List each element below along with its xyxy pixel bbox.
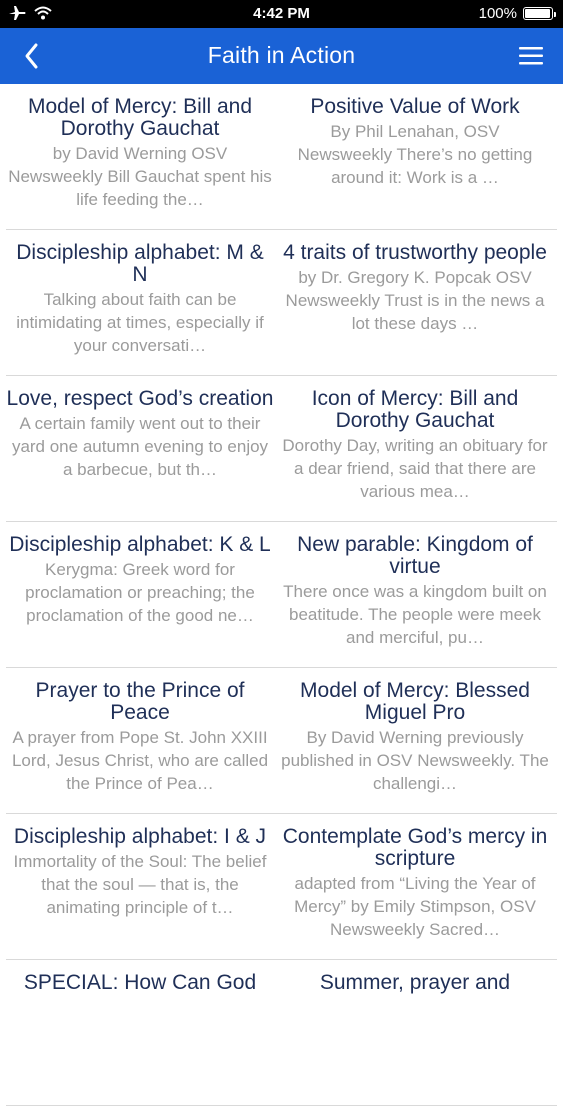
article-summary: Dorothy Day, writing an obituary for a d… [282, 436, 548, 501]
battery-icon [523, 7, 556, 20]
article-summary: A prayer from Pope St. John XXIII Lord, … [11, 728, 269, 793]
article-card[interactable]: Model of Mercy: Bill and Dorothy Gauchat… [6, 96, 274, 211]
article-title: 4 traits of trustworthy people [283, 241, 547, 264]
article-summary: Immortality of the Soul: The belief that… [13, 852, 267, 917]
article-summary: By Phil Lenahan, OSV Newsweekly There’s … [297, 122, 533, 187]
navigation-bar: Faith in Action [0, 28, 563, 84]
article-card[interactable]: Discipleship alphabet: K & L Kerygma: Gr… [6, 534, 274, 627]
article-summary: Kerygma: Greek word for proclamation or … [25, 560, 255, 625]
article-card[interactable]: Icon of Mercy: Bill and Dorothy Gauchat … [281, 388, 549, 503]
article-title: Discipleship alphabet: M & N [16, 241, 264, 286]
status-bar: 4:42 PM 100% [0, 0, 563, 28]
article-title: Summer, prayer and [319, 971, 511, 994]
status-right: 100% [478, 5, 556, 22]
article-title: Prayer to the Prince of Peace [35, 679, 245, 724]
article-row: Prayer to the Prince of Peace A prayer f… [6, 668, 557, 814]
article-title: Icon of Mercy: Bill and Dorothy Gauchat [311, 387, 519, 432]
article-row: Model of Mercy: Bill and Dorothy Gauchat… [6, 84, 557, 230]
article-card[interactable]: Love, respect God’s creation A certain f… [6, 388, 274, 481]
article-row: Love, respect God’s creation A certain f… [6, 376, 557, 522]
article-summary: A certain family went out to their yard … [11, 414, 269, 479]
article-summary: There once was a kingdom built on beatit… [283, 582, 547, 647]
article-grid: Model of Mercy: Bill and Dorothy Gauchat… [0, 84, 563, 1106]
back-button[interactable] [12, 36, 52, 76]
article-title: Contemplate God’s mercy in scripture [282, 825, 548, 870]
article-row: Discipleship alphabet: K & L Kerygma: Gr… [6, 522, 557, 668]
article-card[interactable]: New parable: Kingdom of virtue There onc… [281, 534, 549, 649]
article-summary: by Dr. Gregory K. Popcak OSV Newsweekly … [285, 268, 545, 333]
article-card[interactable]: Discipleship alphabet: I & J Immortality… [6, 826, 274, 919]
article-card[interactable]: Prayer to the Prince of Peace A prayer f… [6, 680, 274, 795]
article-summary: by David Werning OSV Newsweekly Bill Gau… [8, 144, 272, 209]
article-card[interactable]: Discipleship alphabet: M & N Talking abo… [6, 242, 274, 357]
page-title: Faith in Action [207, 42, 356, 68]
article-card[interactable]: Summer, prayer and [281, 972, 549, 996]
article-title: SPECIAL: How Can God [23, 971, 257, 994]
article-title: Positive Value of Work [310, 95, 520, 118]
chevron-left-icon [25, 43, 38, 69]
article-title: Model of Mercy: Bill and Dorothy Gauchat [27, 95, 253, 140]
article-card[interactable]: 4 traits of trustworthy people by Dr. Gr… [281, 242, 549, 335]
article-card[interactable]: Model of Mercy: Blessed Miguel Pro By Da… [281, 680, 549, 795]
article-card[interactable]: SPECIAL: How Can God [6, 972, 274, 996]
article-title: Model of Mercy: Blessed Miguel Pro [300, 679, 530, 724]
article-summary: Talking about faith can be intimidating … [16, 290, 264, 355]
article-summary: adapted from “Living the Year of Mercy” … [294, 874, 536, 939]
article-row: SPECIAL: How Can God Summer, prayer and [6, 960, 557, 1106]
article-card[interactable]: Positive Value of Work By Phil Lenahan, … [281, 96, 549, 189]
hamburger-menu-icon [519, 47, 543, 65]
article-row: Discipleship alphabet: I & J Immortality… [6, 814, 557, 960]
article-row: Discipleship alphabet: M & N Talking abo… [6, 230, 557, 376]
battery-percentage: 100% [478, 5, 517, 22]
article-summary: By David Werning previously published in… [281, 728, 549, 793]
article-card[interactable]: Contemplate God’s mercy in scripture ada… [281, 826, 549, 941]
article-title: Discipleship alphabet: I & J [13, 825, 267, 848]
article-title: Love, respect God’s creation [6, 387, 274, 410]
article-title: New parable: Kingdom of virtue [297, 533, 533, 578]
menu-button[interactable] [509, 36, 553, 76]
article-title: Discipleship alphabet: K & L [9, 533, 271, 556]
